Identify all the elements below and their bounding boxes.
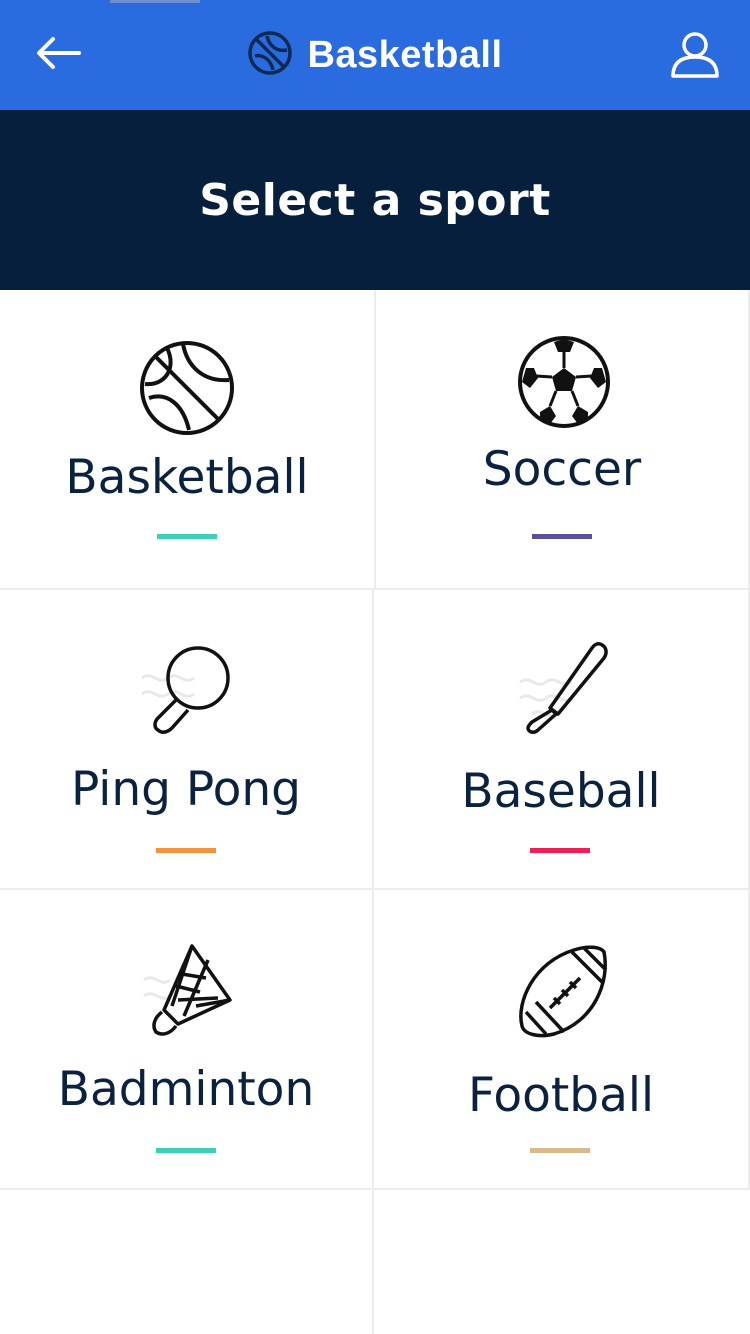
basketball-icon bbox=[137, 338, 237, 438]
sport-label: Badminton bbox=[57, 1062, 315, 1117]
sport-accent-bar bbox=[157, 534, 217, 539]
empty-tile bbox=[0, 1190, 374, 1334]
sport-tile-ping-pong[interactable]: Ping Pong bbox=[0, 590, 374, 890]
app-title-group: Basketball bbox=[0, 0, 750, 110]
basketball-icon bbox=[247, 30, 293, 80]
sport-label: Soccer bbox=[482, 442, 642, 497]
profile-button[interactable] bbox=[668, 30, 722, 84]
app-title: Basketball bbox=[307, 33, 503, 76]
sport-accent-bar bbox=[156, 848, 216, 853]
status-notch bbox=[110, 0, 200, 3]
sport-tile-baseball[interactable]: Baseball bbox=[374, 590, 750, 890]
sport-tile-soccer[interactable]: Soccer bbox=[376, 290, 750, 590]
sport-label: Baseball bbox=[461, 764, 661, 819]
empty-tile bbox=[374, 1190, 750, 1334]
sport-accent-bar bbox=[156, 1148, 216, 1153]
banner-heading: Select a sport bbox=[199, 174, 551, 226]
ping-pong-paddle-icon bbox=[136, 638, 236, 738]
sport-tile-badminton[interactable]: Badminton bbox=[0, 890, 374, 1190]
shuttlecock-icon bbox=[136, 940, 236, 1040]
sport-accent-bar bbox=[530, 1148, 590, 1153]
back-button[interactable] bbox=[30, 30, 86, 80]
american-football-icon bbox=[514, 942, 614, 1042]
baseball-bat-icon bbox=[512, 638, 612, 738]
sport-grid: Basketball Soccer Ping Pong Baseball Bad… bbox=[0, 290, 750, 1334]
soccer-ball-icon bbox=[514, 332, 614, 432]
sport-label: Football bbox=[467, 1068, 655, 1123]
sport-tile-football[interactable]: Football bbox=[374, 890, 750, 1190]
sport-label: Basketball bbox=[65, 450, 309, 505]
sport-label: Ping Pong bbox=[71, 762, 301, 817]
arrow-left-icon bbox=[35, 36, 81, 74]
sport-tile-basketball[interactable]: Basketball bbox=[0, 290, 376, 590]
top-app-bar: Basketball bbox=[0, 0, 750, 110]
sport-accent-bar bbox=[532, 534, 592, 539]
user-icon bbox=[670, 30, 720, 84]
sport-accent-bar bbox=[530, 848, 590, 853]
section-banner: Select a sport bbox=[0, 110, 750, 290]
